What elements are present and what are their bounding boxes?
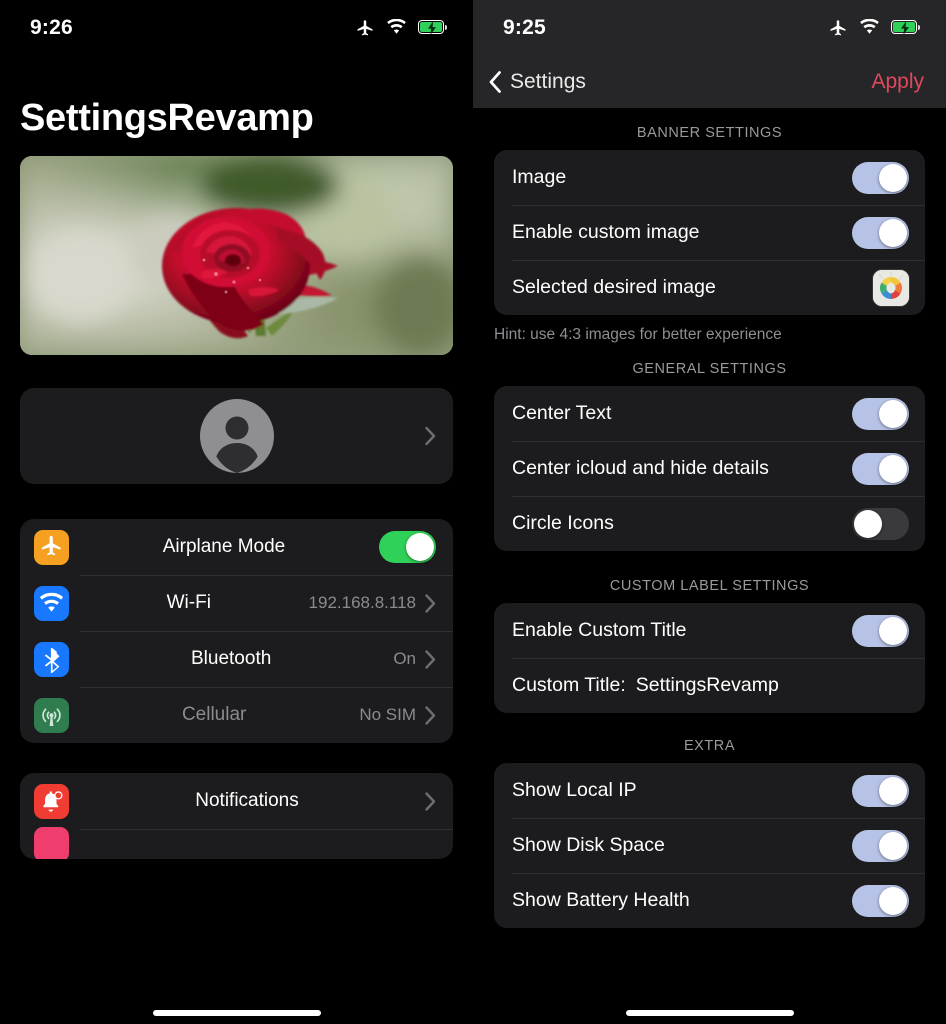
section-header-custom-label-settings: CUSTOM LABEL SETTINGS [609,578,810,594]
back-button-label: Settings [510,69,586,93]
left-status-bar: 9:26 [0,0,473,55]
photos-app-thumbnail[interactable] [873,269,909,306]
wifi-value: 192.168.8.118 [308,593,416,612]
setting-label: Enable custom image [512,221,700,243]
center-icloud-toggle[interactable] [852,452,909,485]
settings-row-label: Airplane Mode [162,536,286,557]
setting-label: Show Battery Health [512,889,690,911]
status-icons [355,18,447,38]
sounds-haptics-icon [34,826,69,859]
custom-title-value[interactable]: SettingsRevamp [636,674,779,697]
chevron-right-icon [425,426,436,446]
cellular-icon [34,697,69,733]
settings-row-wifi[interactable]: Wi-Fi 192.168.8.118 [20,575,453,631]
settings-row-cellular[interactable]: Cellular No SIM [20,687,453,743]
settings-row-label: Cellular [181,704,247,725]
setting-row-show-local-ip[interactable]: Show Local IP [494,763,925,818]
settings-row-sounds-partial[interactable] [20,826,453,859]
left-phone-screen: 9:26 SettingsRevamp Airplane Mode Wi-Fi … [0,0,473,1024]
home-indicator [152,1010,321,1016]
setting-row-selected-desired-image[interactable]: Selected desired image [494,260,925,315]
chevron-left-icon [489,70,501,93]
setting-row-circle-icons[interactable]: Circle Icons [494,496,925,551]
chevron-right-icon [425,649,436,669]
apply-button[interactable]: Apply [871,70,924,94]
wifi-icon [860,19,879,34]
airplane-mode-toggle[interactable] [379,531,436,563]
battery-charging-icon [418,20,447,35]
settings-row-notifications[interactable]: Notifications [20,773,453,829]
wifi-icon [34,585,69,621]
setting-row-center-icloud[interactable]: Center icloud and hide details [494,441,925,496]
custom-title-label: Custom Title: [512,674,626,696]
chevron-right-icon [425,791,436,811]
circle-icons-toggle[interactable] [852,507,909,540]
person-avatar-icon [199,399,274,473]
section-header-banner-settings: BANNER SETTINGS [636,125,783,141]
connectivity-settings-list: Airplane Mode Wi-Fi 192.168.8.118 Blueto… [20,519,453,743]
right-phone-screen: 9:25 Settings Apply BANNER SETTINGS Imag… [473,0,946,1024]
setting-label: Show Local IP [512,779,637,801]
setting-label: Circle Icons [512,512,614,534]
settings-row-label: Wi-Fi [166,592,211,613]
status-time: 9:26 [30,15,73,39]
image-toggle[interactable] [852,161,909,194]
enable-custom-title-toggle[interactable] [852,614,909,647]
setting-row-custom-title[interactable]: Custom Title: SettingsRevamp [494,658,925,713]
apple-account-row[interactable] [20,388,453,484]
airplane-icon [830,19,846,35]
wifi-icon [387,19,406,34]
setting-row-show-disk-space[interactable]: Show Disk Space [494,818,925,873]
section-card-custom-label-settings: Enable Custom Title Custom Title: Settin… [494,603,925,713]
airplane-icon [357,19,373,35]
settings-row-label: Bluetooth [191,648,272,669]
setting-label: Selected desired image [512,276,716,298]
setting-row-image[interactable]: Image [494,150,925,205]
settings-row-bluetooth[interactable]: Bluetooth On [20,631,453,687]
bluetooth-value: On [393,649,416,668]
cellular-value: No SIM [359,705,416,724]
back-button-settings[interactable]: Settings [489,70,586,94]
bluetooth-icon [34,641,69,677]
navigation-bar: Settings Apply [473,55,946,108]
setting-row-center-text[interactable]: Center Text [494,386,925,441]
status-icons [828,18,920,38]
center-text-toggle[interactable] [852,397,909,430]
show-disk-space-toggle[interactable] [852,829,909,862]
section-header-extra: EXTRA [683,738,736,754]
status-time: 9:25 [503,15,546,39]
chevron-right-icon [425,593,436,613]
show-local-ip-toggle[interactable] [852,774,909,807]
dual-screenshot-container: 9:26 SettingsRevamp Airplane Mode Wi-Fi … [0,0,946,1024]
setting-row-enable-custom-image[interactable]: Enable custom image [494,205,925,260]
setting-label: Enable Custom Title [512,619,687,641]
section-header-general-settings: GENERAL SETTINGS [632,361,787,377]
app-title: SettingsRevamp [20,97,314,139]
setting-label: Center icloud and hide details [512,457,769,479]
right-status-bar: 9:25 [473,0,946,55]
battery-charging-icon [891,20,920,35]
show-battery-health-toggle[interactable] [852,884,909,917]
section-card-general-settings: Center Text Center icloud and hide detai… [494,386,925,551]
setting-row-show-battery-health[interactable]: Show Battery Health [494,873,925,928]
notifications-bell-icon [34,783,69,819]
setting-row-enable-custom-title[interactable]: Enable Custom Title [494,603,925,658]
home-indicator [625,1010,794,1016]
section-card-banner-settings: Image Enable custom image Selected desir… [494,150,925,315]
airplane-icon [34,529,69,565]
banner-settings-hint: Hint: use 4:3 images for better experien… [494,326,782,343]
notifications-settings-list: Notifications [20,773,453,859]
chevron-right-icon [425,705,436,725]
settings-row-airplane-mode[interactable]: Airplane Mode [20,519,453,575]
red-rose-banner-image [20,156,453,355]
setting-label: Show Disk Space [512,834,665,856]
enable-custom-image-toggle[interactable] [852,216,909,249]
setting-label: Center Text [512,402,612,424]
settings-row-label: Notifications [195,790,299,811]
setting-label: Image [512,166,567,188]
section-card-extra: Show Local IP Show Disk Space Show Batte… [494,763,925,928]
